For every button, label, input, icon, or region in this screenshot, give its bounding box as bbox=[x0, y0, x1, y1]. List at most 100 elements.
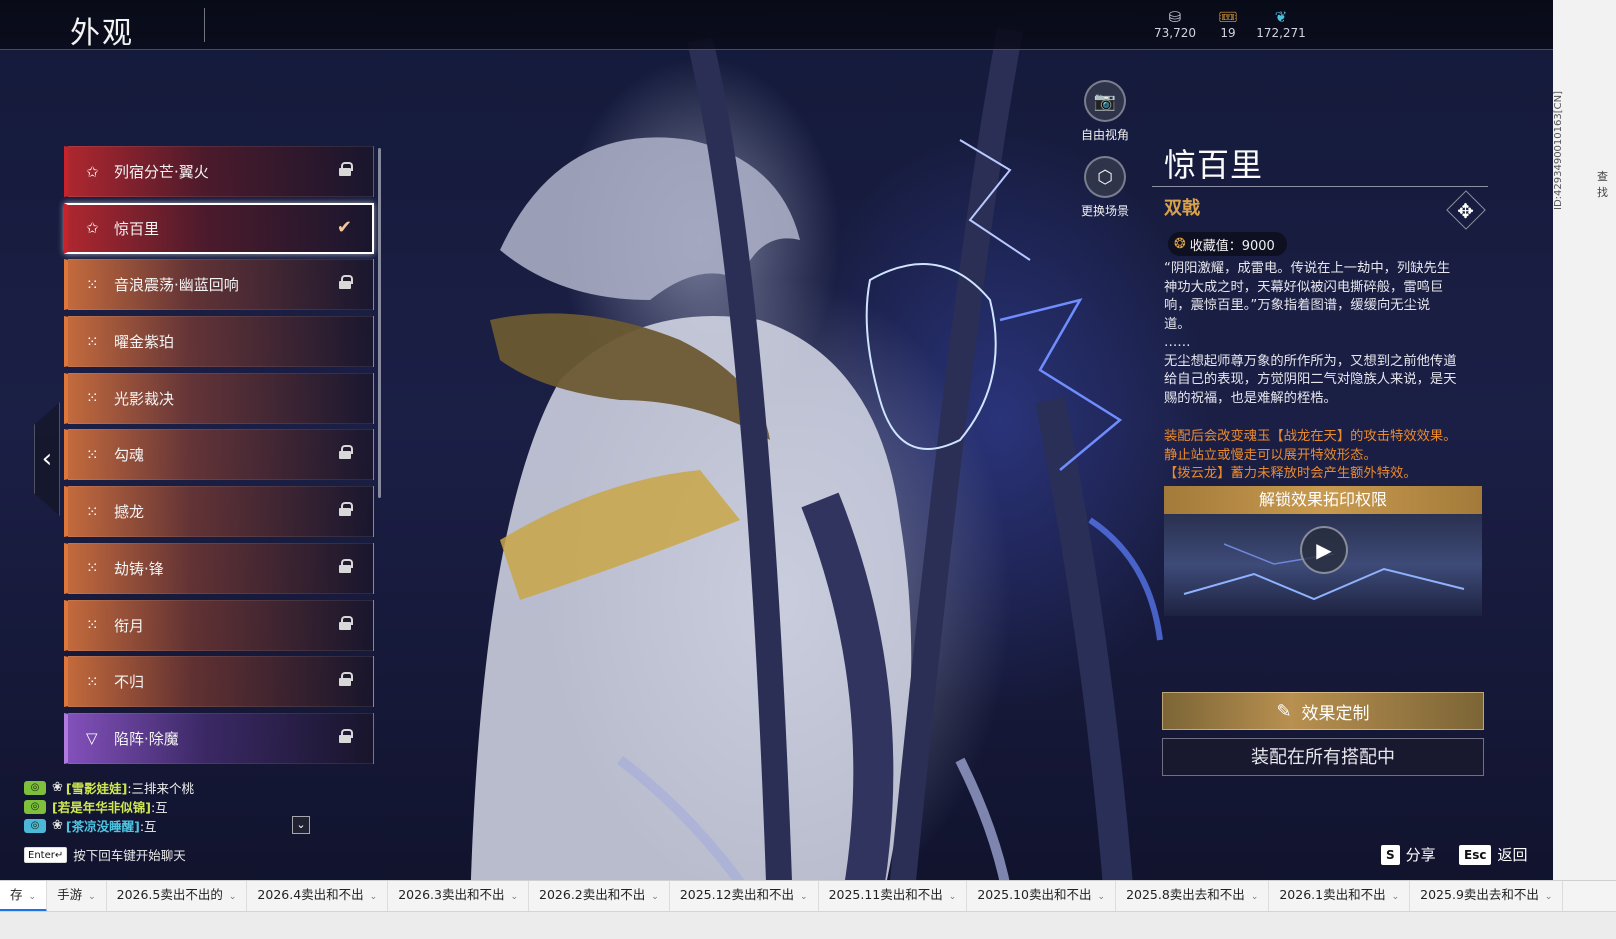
rarity-icon: ⁙ bbox=[86, 445, 99, 464]
lock-icon bbox=[339, 615, 353, 630]
currency-value: 73,720 bbox=[1154, 26, 1196, 40]
skin-item[interactable]: ⁙ 撼龙 bbox=[64, 486, 374, 538]
guild-lotus-icon: ❀ bbox=[52, 780, 63, 795]
chevron-left-icon: ‹ bbox=[41, 444, 53, 474]
sheet-tab[interactable]: 2026.4卖出和不出 ⌄ bbox=[247, 881, 389, 911]
chevron-down-icon: ⌄ bbox=[1250, 891, 1259, 902]
collapse-panel-button[interactable]: ‹ bbox=[34, 402, 60, 516]
sheet-tab-label: 2025.12卖出和不出 bbox=[679, 886, 795, 902]
background-window-strip: ID:4293490010163[CN] 查找 bbox=[1553, 0, 1616, 880]
lock-icon bbox=[339, 672, 353, 687]
scene-cube-icon: ⬡ bbox=[1084, 156, 1126, 198]
skin-item[interactable]: ⁙ 光影裁决 bbox=[64, 372, 374, 424]
unlock-preview: 解锁效果拓印权限 ▶ bbox=[1164, 486, 1482, 616]
free-view-button[interactable]: 📷 自由视角 bbox=[1070, 80, 1140, 143]
sheet-tab-label: 手游 bbox=[57, 886, 83, 902]
skin-name: 音浪震荡·幽蓝回响 bbox=[114, 276, 239, 295]
collection-value: 收藏值：9000 bbox=[1189, 238, 1275, 254]
share-button[interactable]: S 分享 bbox=[1381, 844, 1436, 865]
chevron-down-icon: ⌄ bbox=[1391, 891, 1400, 902]
skin-item[interactable]: ⁙ 不归 bbox=[64, 656, 374, 708]
skin-list: ✩ 列宿分芒·翼火 ✩ 惊百里 ✔ ⁙ 音浪震荡·幽蓝回响 ⁙ 曜金紫珀 ⁙ 光影裁决 ⁙ 勾魂 ⁙ 撼龙 ⁙… bbox=[64, 146, 374, 770]
chat-hint[interactable]: Enter↵ 按下回车键开始聊天 bbox=[24, 845, 186, 864]
currency-feather: ❦ 172,271 bbox=[1251, 8, 1311, 40]
chevron-down-icon: ⌄ bbox=[28, 891, 37, 902]
change-scene-button[interactable]: ⬡ 更换场景 bbox=[1070, 156, 1140, 219]
chevron-down-icon: ⌄ bbox=[369, 891, 378, 902]
chat-message: :三排来个桃 bbox=[127, 781, 195, 796]
chevron-down-icon: ⌄ bbox=[510, 891, 519, 902]
compass-rotate-button[interactable]: ✥ bbox=[1446, 190, 1486, 230]
currency-value: 172,271 bbox=[1256, 26, 1306, 40]
sheet-tab[interactable]: 2025.10卖出和不出 ⌄ bbox=[967, 881, 1117, 911]
sheet-tab[interactable]: 手游 ⌄ bbox=[47, 881, 107, 911]
skin-name: 勾魂 bbox=[114, 446, 145, 465]
skin-item[interactable]: ✩ 惊百里 ✔ bbox=[64, 202, 374, 254]
sheet-tab[interactable]: 2026.1卖出和不出 ⌄ bbox=[1269, 881, 1411, 911]
sheet-tab[interactable]: 2025.11卖出和不出 ⌄ bbox=[819, 881, 968, 911]
equip-all-button[interactable]: 装配在所有搭配中 bbox=[1162, 738, 1484, 776]
game-window: 外观 ⛁ 73,720 🎟 19 ❦ 172,271 ‹ ✩ 列宿分芒·翼火 ✩ 惊百… bbox=[0, 0, 1568, 911]
guild-lotus-icon: ❀ bbox=[52, 818, 63, 833]
effect-customize-button[interactable]: ✎ 效果定制 bbox=[1162, 692, 1484, 730]
back-button[interactable]: Esc 返回 bbox=[1459, 844, 1527, 865]
skin-item[interactable]: ⁙ 勾魂 bbox=[64, 429, 374, 481]
sheet-tab-label: 2025.9卖出去和不出 bbox=[1420, 886, 1539, 902]
chevron-down-icon: ⌄ bbox=[651, 891, 659, 902]
skin-item[interactable]: ⁙ 音浪震荡·幽蓝回响 bbox=[64, 259, 374, 311]
skin-item[interactable]: ⁙ 劫铸·锋 bbox=[64, 542, 374, 594]
sheet-tab[interactable]: 2026.3卖出和不出 ⌄ bbox=[388, 881, 530, 911]
channel-icon: ◎ bbox=[24, 780, 46, 795]
chevron-down-icon: ⌄ bbox=[800, 891, 808, 902]
sheet-tab-label: 2026.4卖出和不出 bbox=[257, 886, 364, 902]
list-scrollbar[interactable] bbox=[378, 148, 381, 498]
skin-item[interactable]: ✩ 列宿分芒·翼火 bbox=[64, 146, 374, 197]
collection-badge: ❂ 收藏值：9000 bbox=[1168, 232, 1287, 256]
channel-icon: ◎ bbox=[24, 818, 46, 833]
enter-key-badge: Enter↵ bbox=[24, 846, 68, 863]
chat-line: ◎ ❀ [茶凉没睡醒] :互 bbox=[24, 816, 324, 835]
skin-name: 衔月 bbox=[114, 616, 145, 635]
effect-line: 【拨云龙】蓄力未释放时会产生额外特效。 bbox=[1164, 466, 1417, 481]
rarity-icon: ⁙ bbox=[86, 332, 99, 351]
rarity-icon: ⁙ bbox=[86, 672, 99, 691]
rarity-icon: ▽ bbox=[86, 729, 98, 748]
sheet-tab[interactable]: 2025.9卖出去和不出 ⌄ bbox=[1410, 881, 1564, 911]
title-divider bbox=[204, 8, 205, 42]
sheet-tab[interactable]: 存 ⌄ bbox=[0, 881, 48, 911]
top-bar: 外观 ⛁ 73,720 🎟 19 ❦ 172,271 bbox=[0, 0, 1560, 51]
share-key: S bbox=[1381, 844, 1400, 865]
effect-line: 静止站立或慢走可以展开特效形态。 bbox=[1164, 447, 1377, 463]
effect-description: 装配后会改变魂玉【战龙在天】的攻击特效效果。 静止站立或慢走可以展开特效形态。 … bbox=[1164, 428, 1494, 484]
back-label: 返回 bbox=[1497, 846, 1528, 864]
rarity-icon: ⁙ bbox=[86, 559, 99, 578]
effect-preview-video[interactable]: ▶ bbox=[1164, 514, 1482, 616]
chat-message: :互 bbox=[150, 800, 168, 815]
skin-item[interactable]: ⁙ 衔月 bbox=[64, 599, 374, 651]
status-strip bbox=[0, 911, 1616, 939]
item-description: “阴阳激耀，成雷电。传说在上一劫中，列缺先生 神功大成之时，天幕好似被闪电撕碎般… bbox=[1164, 260, 1488, 408]
skin-item[interactable]: ▽ 陷阵·除魔 bbox=[64, 712, 374, 764]
sheet-tab[interactable]: 2026.2卖出和不出 ⌄ bbox=[529, 881, 670, 911]
play-icon[interactable]: ▶ bbox=[1300, 526, 1348, 574]
sheet-tab-label: 存 bbox=[10, 886, 23, 902]
sheet-tab[interactable]: 2026.5卖出不出的 ⌄ bbox=[107, 881, 248, 911]
skin-name: 陷阵·除魔 bbox=[114, 729, 179, 748]
chevron-down-icon: ⌄ bbox=[948, 891, 957, 902]
chat-expand-button[interactable]: ⌄ bbox=[292, 816, 310, 834]
rarity-icon: ⁙ bbox=[86, 275, 99, 294]
lock-icon bbox=[339, 558, 353, 573]
collection-icon: ❂ bbox=[1174, 236, 1186, 252]
chat-sender[interactable]: [茶凉没睡醒] bbox=[66, 816, 140, 835]
chat-sender[interactable]: [雪影娃娃] bbox=[66, 778, 127, 797]
skin-name: 惊百里 bbox=[114, 219, 160, 238]
chat-sender[interactable]: [若是年华非似锦] bbox=[52, 797, 151, 816]
sheet-tab[interactable]: 2025.8卖出去和不出 ⌄ bbox=[1116, 881, 1270, 911]
sheet-tab-bar: 存 ⌄ 手游 ⌄ 2026.5卖出不出的 ⌄ 2026.4卖出和不出 ⌄ 2026.3卖出和不出… bbox=[0, 880, 1616, 911]
currency-coin: ⛁ 73,720 bbox=[1145, 8, 1205, 40]
lock-icon bbox=[339, 275, 353, 290]
sheet-tab[interactable]: 2025.12卖出和不出 ⌄ bbox=[670, 881, 819, 911]
skin-item[interactable]: ⁙ 曜金紫珀 bbox=[64, 316, 374, 368]
desc-line: 无尘想起师尊万象的所作所为，又想到之前他传道 bbox=[1164, 353, 1457, 369]
lock-icon bbox=[339, 445, 353, 460]
